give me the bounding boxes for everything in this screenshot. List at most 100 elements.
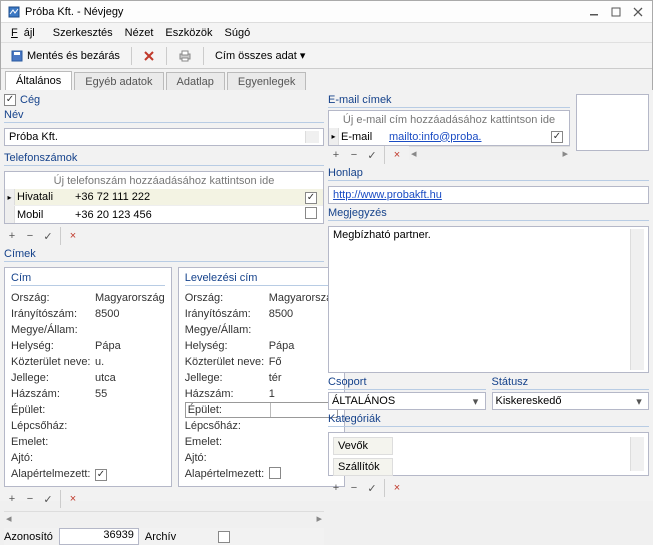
tabstrip: Általános Egyéb adatok Adatlap Egyenlege… xyxy=(1,69,652,91)
delete-button[interactable] xyxy=(138,46,160,66)
name-value: Próba Kft. xyxy=(9,131,305,143)
remove-button[interactable]: − xyxy=(346,480,362,496)
remove-button[interactable]: − xyxy=(22,491,38,507)
emails-grid[interactable]: Új e-mail cím hozzáadásához kattintson i… xyxy=(328,110,570,146)
categories-box: Vevők Szállítók xyxy=(328,432,649,476)
menu-file[interactable]: Fájl xyxy=(5,25,47,41)
group-section-label: Csoport xyxy=(328,376,486,390)
email-link[interactable]: mailto:info@proba. xyxy=(389,131,482,143)
remove-button[interactable]: − xyxy=(346,147,362,163)
tab-general[interactable]: Általános xyxy=(5,71,72,91)
homepage-link[interactable]: http://www.probakft.hu xyxy=(333,189,442,201)
status-section-label: Státusz xyxy=(492,376,650,390)
name-section-label: Név xyxy=(4,109,324,123)
homepage-field[interactable]: http://www.probakft.hu xyxy=(328,186,649,204)
email-default-checkbox[interactable] xyxy=(551,131,563,143)
add-button[interactable]: + xyxy=(328,480,344,496)
chevron-down-icon: ▾ xyxy=(300,49,306,62)
cancel-button[interactable]: × xyxy=(389,147,405,163)
scrollbar[interactable] xyxy=(630,437,644,471)
separator xyxy=(131,47,132,65)
full-address-button[interactable]: Cím összes adat ▾ xyxy=(210,46,310,66)
phone-default-checkbox[interactable] xyxy=(305,207,317,219)
add-button[interactable]: + xyxy=(4,228,20,244)
chevron-down-icon: ▾ xyxy=(633,395,645,408)
maximize-button[interactable] xyxy=(608,5,624,19)
menu-help[interactable]: Súgó xyxy=(219,25,257,41)
menu-tools[interactable]: Eszközök xyxy=(159,25,218,41)
client-area: Cég Név Próba Kft. Telefonszámok Új tele… xyxy=(0,90,653,501)
address-card-primary: Cím Ország:Magyarország Irányítószám:850… xyxy=(4,267,172,487)
addresses-toolbar: + − ✓ × xyxy=(4,490,324,508)
company-label: Cég xyxy=(20,94,40,106)
category-item[interactable]: Vevők xyxy=(333,437,393,455)
group-combo[interactable]: ÁLTALÁNOS ▾ xyxy=(328,392,486,410)
minimize-button[interactable] xyxy=(586,5,602,19)
categories-section-label: Kategóriák xyxy=(328,413,649,427)
row-indicator: ▸ xyxy=(329,128,339,145)
name-field[interactable]: Próba Kft. xyxy=(4,128,324,146)
scrollbar[interactable] xyxy=(305,131,319,143)
emails-section-label: E-mail címek xyxy=(328,94,570,108)
footer-left: Azonosító 36939 Archív xyxy=(4,528,324,545)
add-button[interactable]: + xyxy=(328,147,344,163)
epulet-editing-row: Épület: xyxy=(185,402,339,418)
phone-row-1[interactable]: Mobil +36 20 123 456 xyxy=(5,206,323,223)
right-column: E-mail címek Új e-mail cím hozzáadásához… xyxy=(328,94,649,497)
confirm-button[interactable]: ✓ xyxy=(364,480,380,496)
delete-icon xyxy=(143,50,155,62)
tab-other[interactable]: Egyéb adatok xyxy=(74,72,163,91)
print-button[interactable] xyxy=(173,46,197,66)
archive-checkbox[interactable] xyxy=(218,531,230,543)
cancel-button[interactable]: × xyxy=(65,491,81,507)
addresses-section-label: Címek xyxy=(4,248,324,262)
window-title: Próba Kft. - Névjegy xyxy=(25,6,580,18)
card-title: Levelezési cím xyxy=(185,272,339,286)
phones-add-placeholder[interactable]: Új telefonszám hozzáadásához kattintson … xyxy=(5,172,323,189)
company-checkbox[interactable] xyxy=(4,94,16,106)
close-button[interactable] xyxy=(630,5,646,19)
email-row-0[interactable]: ▸ E-mail mailto:info@proba. xyxy=(329,128,569,145)
confirm-button[interactable]: ✓ xyxy=(364,147,380,163)
address-card-mailing: Levelezési cím Ország:Magyarország Irány… xyxy=(178,267,346,487)
menu-view[interactable]: Nézet xyxy=(119,25,160,41)
notes-field[interactable]: Megbízható partner. xyxy=(328,226,649,373)
category-item[interactable]: Szállítók xyxy=(333,458,393,476)
add-button[interactable]: + xyxy=(4,491,20,507)
cancel-button[interactable]: × xyxy=(389,480,405,496)
row-indicator xyxy=(5,206,15,223)
save-close-button[interactable]: Mentés és bezárás xyxy=(5,46,125,66)
phones-section-label: Telefonszámok xyxy=(4,152,324,166)
phone-default-checkbox[interactable] xyxy=(305,192,317,204)
categories-toolbar: + − ✓ × xyxy=(328,479,649,497)
confirm-button[interactable]: ✓ xyxy=(40,491,56,507)
card-title: Cím xyxy=(11,272,165,286)
address-default-checkbox[interactable] xyxy=(269,467,281,479)
phone-row-0[interactable]: ▸ Hivatali +36 72 111 222 xyxy=(5,189,323,206)
id-field[interactable]: 36939 xyxy=(59,528,139,545)
confirm-button[interactable]: ✓ xyxy=(40,228,56,244)
tab-sheet[interactable]: Adatlap xyxy=(166,72,225,91)
tab-balances[interactable]: Egyenlegek xyxy=(227,72,307,91)
emails-hscroll[interactable]: ◂▸ xyxy=(409,146,570,160)
archive-label: Archív xyxy=(145,531,176,543)
emails-toolbar: + − ✓ × xyxy=(328,146,405,164)
emails-add-placeholder[interactable]: Új e-mail cím hozzáadásához kattintson i… xyxy=(329,111,569,128)
menubar: Fájl Szerkesztés Nézet Eszközök Súgó xyxy=(1,23,652,43)
separator xyxy=(203,47,204,65)
print-icon xyxy=(178,49,192,63)
titlebar: Próba Kft. - Névjegy xyxy=(1,1,652,23)
address-default-checkbox[interactable] xyxy=(95,469,107,481)
menu-edit[interactable]: Szerkesztés xyxy=(47,25,119,41)
photo-placeholder[interactable] xyxy=(576,94,649,151)
cancel-button[interactable]: × xyxy=(65,228,81,244)
row-indicator: ▸ xyxy=(5,189,15,205)
scrollbar[interactable] xyxy=(630,229,644,370)
status-combo[interactable]: Kiskereskedő ▾ xyxy=(492,392,650,410)
address-hscroll[interactable]: ◂▸ xyxy=(4,511,324,525)
phones-grid[interactable]: Új telefonszám hozzáadásához kattintson … xyxy=(4,171,324,224)
remove-button[interactable]: − xyxy=(22,228,38,244)
separator xyxy=(166,47,167,65)
app-icon xyxy=(7,5,21,19)
toolbar: Mentés és bezárás Cím összes adat ▾ xyxy=(1,43,652,69)
